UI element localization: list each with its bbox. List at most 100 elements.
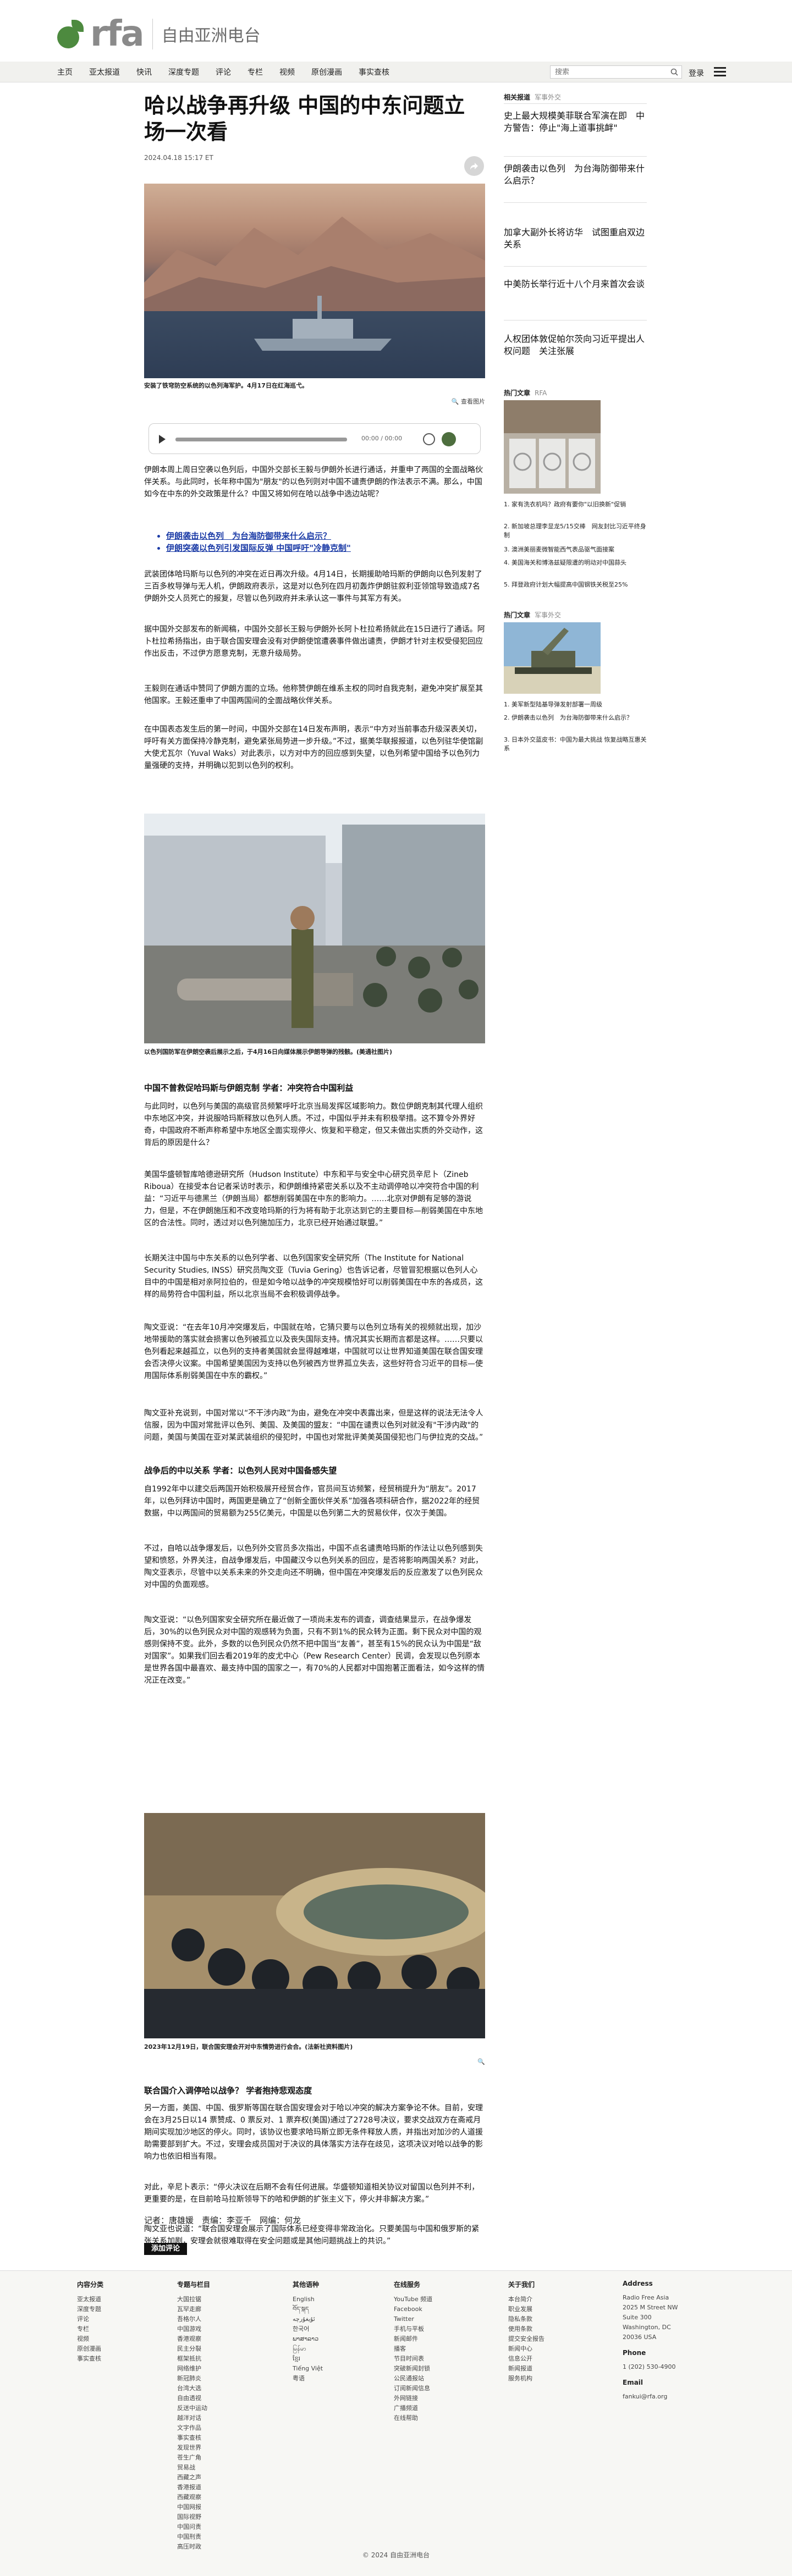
hot-article-link[interactable]: 3. 澳洲美丽麦微智能西气表品驱气面接案 [504, 545, 647, 554]
footer-link[interactable]: 西藏之声 [177, 2473, 210, 2483]
footer-link[interactable]: English [293, 2295, 323, 2304]
footer-link[interactable]: 越洋对话 [177, 2413, 210, 2423]
footer-link[interactable]: 评论 [77, 2314, 103, 2324]
footer-link[interactable]: 事实查核 [77, 2354, 103, 2364]
related-article-link[interactable]: 史上最大规模美菲联合军演在即 中方警告：停止"海上道事挑衅" [504, 110, 647, 134]
photo3-zoom-icon[interactable]: 🔍 [144, 2058, 485, 2065]
footer-link[interactable]: 中国游戏 [177, 2324, 210, 2334]
footer-link[interactable]: 自由透视 [177, 2393, 210, 2403]
footer-link[interactable]: 中国网报 [177, 2502, 210, 2512]
footer-link[interactable]: YouTube 频道 [394, 2295, 432, 2304]
photo-missile-display[interactable] [144, 814, 485, 1043]
footer-link[interactable]: 原创漫画 [77, 2344, 103, 2354]
footer-link[interactable]: 民主分裂 [177, 2344, 210, 2354]
footer-link[interactable]: 大国拉锯 [177, 2295, 210, 2304]
footer-link[interactable]: 粤语 [293, 2374, 323, 2384]
footer-link[interactable]: 外网链接 [394, 2393, 432, 2403]
footer-link[interactable]: 苍生广角 [177, 2453, 210, 2463]
footer-link[interactable]: 中国问责 [177, 2522, 210, 2532]
hot-article-link[interactable]: 4. 美国海关和博洛兹疑限遭的明动对中国蒜头 [504, 559, 647, 567]
nav-item-video[interactable]: 视频 [279, 67, 295, 78]
nav-item-home[interactable]: 主页 [57, 67, 73, 78]
hot-image-missile-launcher[interactable] [504, 622, 601, 694]
related-article-link[interactable]: 中美防长举行近十八个月来首次会谈 [504, 278, 647, 290]
footer-link[interactable]: Tiếng Việt [293, 2364, 323, 2374]
footer-link[interactable]: 服务机构 [508, 2374, 544, 2384]
footer-link[interactable]: 提交安全报告 [508, 2334, 544, 2344]
nav-item-news[interactable]: 快讯 [136, 67, 152, 78]
related-article-link[interactable]: 伊朗袭击以色列 为台海防御带来什么启示？ [504, 163, 647, 187]
footer-link[interactable]: 新闻中心 [508, 2344, 544, 2354]
footer-link[interactable]: 节目时间表 [394, 2354, 432, 2364]
footer-link[interactable]: 亚太报道 [77, 2295, 103, 2304]
footer-link[interactable]: 发现世界 [177, 2443, 210, 2453]
play-icon[interactable] [159, 435, 166, 444]
search-icon[interactable] [670, 68, 678, 76]
hot-image-washers[interactable] [504, 400, 601, 494]
download-icon[interactable] [442, 432, 456, 446]
footer-link[interactable]: 在线帮助 [394, 2413, 432, 2423]
footer-link[interactable]: 公民通报站 [394, 2374, 432, 2384]
footer-link[interactable]: 新闻邮件 [394, 2334, 432, 2344]
related-link[interactable]: 伊朗袭击以色列 为台海防御带来什么启示？ [166, 530, 474, 542]
footer-link[interactable]: 台湾大选 [177, 2384, 210, 2393]
footer-link[interactable]: 中国刑责 [177, 2532, 210, 2542]
footer-link[interactable]: 反送中运动 [177, 2403, 210, 2413]
footer-link[interactable]: 职业发展 [508, 2304, 544, 2314]
email-link[interactable]: fankui@rfa.org [623, 2392, 678, 2402]
footer-link[interactable]: 西藏观察 [177, 2492, 210, 2502]
footer-link[interactable]: 突破新闻封锁 [394, 2364, 432, 2374]
nav-item-features[interactable]: 深度专题 [168, 67, 199, 78]
footer-link[interactable]: ພາສາລາວ [293, 2334, 323, 2344]
footer-link[interactable]: ئۇيغۇرچە [293, 2314, 323, 2324]
nav-item-factcheck[interactable]: 事实查核 [359, 67, 389, 78]
footer-link[interactable]: မြန်မာ [293, 2344, 323, 2354]
nav-item-asia[interactable]: 亚太报道 [89, 67, 120, 78]
footer-link[interactable]: བོད་སྐད [293, 2304, 323, 2314]
footer-link[interactable]: 网络维护 [177, 2364, 210, 2374]
footer-link[interactable]: 本台简介 [508, 2295, 544, 2304]
audio-progress-bar[interactable] [175, 438, 347, 441]
footer-link[interactable]: 国际视野 [177, 2512, 210, 2522]
hot-article-link[interactable]: 1. 美军新型陆基导弹发射部署一周级 [504, 700, 647, 709]
nav-item-columns[interactable]: 专栏 [248, 67, 263, 78]
footer-link[interactable]: 한국어 [293, 2324, 323, 2334]
phone-number[interactable]: 1 (202) 530-4900 [623, 2362, 678, 2372]
hot-article-link[interactable]: 2. 新加坡总理李显龙5/15交棒 网友封比习近平终身制 [504, 522, 647, 540]
footer-link[interactable]: 广播频道 [394, 2403, 432, 2413]
footer-link[interactable]: ខ្មែរ [293, 2354, 323, 2364]
footer-link[interactable]: 事实查核 [177, 2433, 210, 2443]
hot-article-link[interactable]: 1. 家有洗衣机吗？政府有要你"以旧换新"促销 [504, 500, 647, 509]
hero-image-warship[interactable] [144, 184, 485, 378]
related-article-link[interactable]: 加拿大副外长将访华 试图重启双边关系 [504, 226, 647, 251]
footer-link[interactable]: 手机与平板 [394, 2324, 432, 2334]
login-link[interactable]: 登录 [689, 68, 704, 79]
photo-un-security-council[interactable] [144, 1813, 485, 2038]
footer-link[interactable]: Facebook [394, 2304, 432, 2314]
footer-link[interactable]: 瓦罕走廊 [177, 2304, 210, 2314]
footer-link[interactable]: 香港观察 [177, 2334, 210, 2344]
nav-item-opinion[interactable]: 评论 [216, 67, 231, 78]
related-article-link[interactable]: 人权团体敦促帕尔茨向习近平提出人权问题 关注张展 [504, 333, 647, 357]
footer-link[interactable]: 香港报道 [177, 2483, 210, 2492]
footer-link[interactable]: 深度专题 [77, 2304, 103, 2314]
site-logo[interactable]: rfa 自由亚洲电台 [57, 16, 261, 52]
footer-link[interactable]: 订阅新闻信息 [394, 2384, 432, 2393]
hot-article-link[interactable]: 5. 拜登政府计划大幅提高中国钢铁关税至25% [504, 581, 647, 589]
footer-link[interactable]: 新冠肺炎 [177, 2374, 210, 2384]
footer-link[interactable]: 贸易战 [177, 2463, 210, 2473]
footer-link[interactable]: 文字作品 [177, 2423, 210, 2433]
search-input[interactable] [551, 66, 661, 79]
footer-link[interactable]: 框架抵抗 [177, 2354, 210, 2364]
share-icon[interactable] [464, 156, 484, 176]
add-comment-button[interactable]: 添加评论 [144, 2243, 187, 2255]
footer-link[interactable]: 信息公开 [508, 2354, 544, 2364]
footer-link[interactable]: 播客 [394, 2344, 432, 2354]
related-link[interactable]: 伊朗突袭以色列引发国际反弹 中国呼吁"冷静克制" [166, 542, 474, 554]
hero-zoom-link[interactable]: 🔍 查看图片 [144, 397, 485, 406]
footer-link[interactable]: 使用条款 [508, 2324, 544, 2334]
hot-article-link[interactable]: 2. 伊朗袭击以色列 为台海防御带来什么启示？ [504, 714, 647, 722]
hamburger-menu-icon[interactable] [714, 67, 726, 77]
footer-link[interactable]: 隐私条款 [508, 2314, 544, 2324]
footer-link[interactable]: 吾格尔人 [177, 2314, 210, 2324]
